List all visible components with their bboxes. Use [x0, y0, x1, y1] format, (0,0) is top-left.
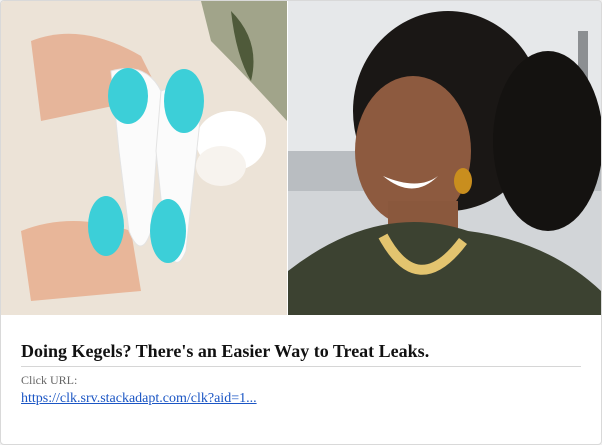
ad-card[interactable]: Doing Kegels? There's an Easier Way to T… — [0, 0, 602, 445]
product-image[interactable] — [1, 1, 287, 315]
ad-images[interactable] — [1, 1, 601, 315]
click-url-label: Click URL: — [21, 373, 78, 387]
ad-headline[interactable]: Doing Kegels? There's an Easier Way to T… — [21, 341, 581, 367]
click-url-link[interactable]: https://clk.srv.stackadapt.com/clk?aid=1… — [21, 391, 257, 407]
woman-photo[interactable] — [288, 1, 601, 315]
